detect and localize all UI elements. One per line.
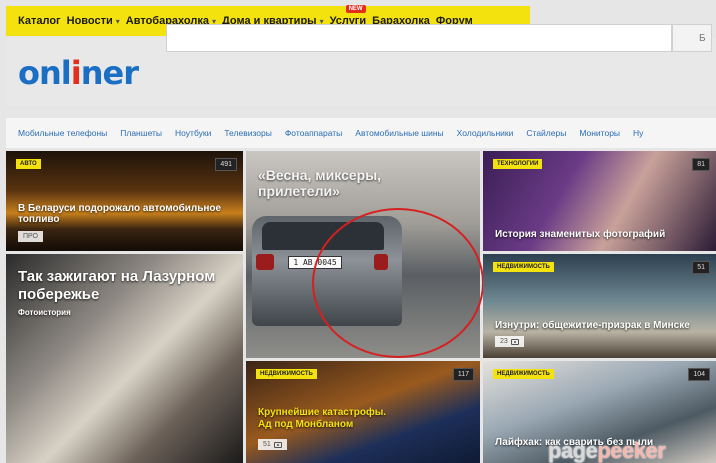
highlight-circle bbox=[312, 208, 484, 358]
tile-chip: ПРО bbox=[18, 231, 43, 242]
car-lamp-left bbox=[256, 254, 274, 270]
comments-count: 104 bbox=[688, 368, 710, 381]
category-link[interactable]: Ну bbox=[633, 128, 643, 138]
category-link[interactable]: Планшеты bbox=[120, 128, 162, 138]
category-link[interactable]: Мобильные телефоны bbox=[18, 128, 107, 138]
search-button[interactable]: Б bbox=[672, 24, 712, 52]
new-badge: NEW bbox=[345, 5, 366, 13]
news-tile-fuel[interactable]: АВТО 491 В Беларуси подорожало автомобил… bbox=[6, 151, 243, 251]
category-strip: Мобильные телефоны Планшеты Ноутбуки Тел… bbox=[6, 118, 716, 148]
tile-title: Изнутри: общежитие-призрак в Минске bbox=[495, 320, 690, 331]
comments-count: 81 bbox=[692, 158, 710, 171]
comments-count: 117 bbox=[452, 368, 474, 381]
category-link[interactable]: Ноутбуки bbox=[175, 128, 211, 138]
category-tag: НЕДВИЖИМОСТЬ bbox=[256, 369, 317, 379]
news-tile-montblanc[interactable]: НЕДВИЖИМОСТЬ 117 Крупнейшие катастрофы. … bbox=[246, 361, 480, 463]
photo-count-chip: 23 bbox=[495, 336, 524, 347]
category-link[interactable]: Стайлеры bbox=[526, 128, 566, 138]
tile-title: В Беларуси подорожало автомобильное топл… bbox=[18, 203, 222, 225]
comments-count: 51 bbox=[692, 261, 710, 274]
category-tag: НЕДВИЖИМОСТЬ bbox=[493, 262, 554, 272]
category-link[interactable]: Телевизоры bbox=[224, 128, 271, 138]
news-tile-photos[interactable]: ТЕХНОЛОГИИ 81 История знаменитых фотогра… bbox=[483, 151, 716, 251]
category-tag: ТЕХНОЛОГИИ bbox=[493, 159, 543, 169]
category-tag: НЕДВИЖИМОСТЬ bbox=[493, 369, 554, 379]
camera-icon bbox=[510, 338, 519, 345]
category-link[interactable]: Холодильники bbox=[457, 128, 514, 138]
comments-count: 491 bbox=[215, 158, 237, 171]
camera-icon bbox=[273, 441, 282, 448]
category-tag: АВТО bbox=[16, 159, 41, 169]
nav-item-catalog[interactable]: Каталог bbox=[18, 15, 61, 27]
category-link[interactable]: Фотоаппараты bbox=[285, 128, 342, 138]
news-tile-dormitory[interactable]: НЕДВИЖИМОСТЬ 51 Изнутри: общежитие-призр… bbox=[483, 254, 716, 358]
category-link[interactable]: Мониторы bbox=[579, 128, 620, 138]
tile-subtitle: Фотоистория bbox=[18, 308, 71, 317]
pagepeeker-watermark: pagepeeker bbox=[548, 438, 666, 463]
nav-item-news[interactable]: Новости ▾ bbox=[67, 15, 120, 27]
onliner-logo[interactable]: onliner bbox=[18, 54, 139, 92]
tile-title: Так зажигают на Лазурном побережье bbox=[18, 268, 216, 303]
tile-title: История знаменитых фотографий bbox=[495, 229, 666, 240]
photo-count-chip: 51 bbox=[258, 439, 287, 450]
category-link[interactable]: Автомобильные шины bbox=[355, 128, 443, 138]
search-input[interactable] bbox=[166, 24, 672, 52]
chevron-down-icon: ▾ bbox=[115, 16, 120, 26]
tile-title: Крупнейшие катастрофы. Ад под Монбланом bbox=[258, 407, 387, 430]
news-tile-riviera[interactable]: Так зажигают на Лазурном побережье Фотои… bbox=[6, 254, 243, 463]
tile-title: «Весна, миксеры, прилетели» bbox=[258, 167, 382, 199]
